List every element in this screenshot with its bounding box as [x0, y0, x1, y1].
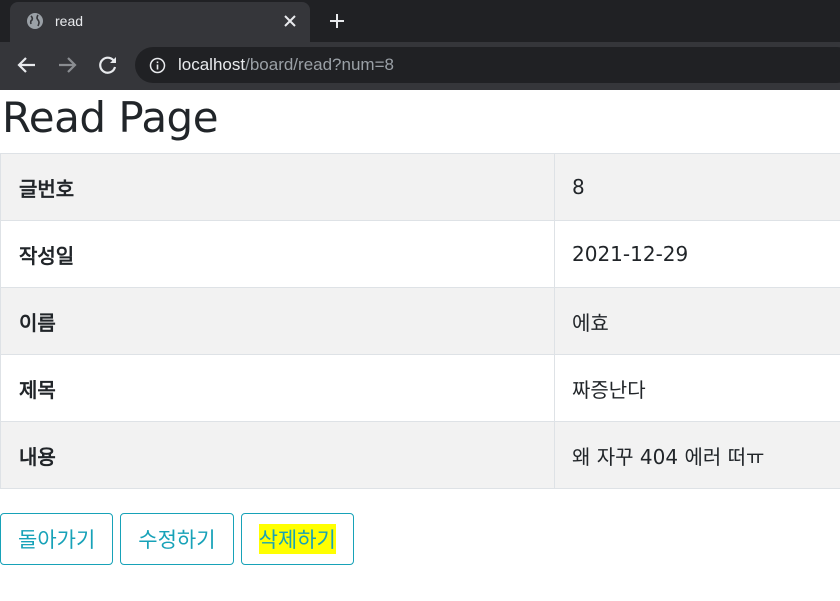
tab-title: read: [55, 13, 84, 29]
table-row: 작성일 2021-12-29: [0, 220, 840, 288]
back-button[interactable]: 돌아가기: [0, 513, 114, 565]
address-bar[interactable]: localhost/board/read?num=8: [135, 47, 840, 83]
action-buttons: 돌아가기 수정하기 삭제하기: [0, 513, 354, 565]
row-label-content: 내용: [0, 421, 555, 489]
browser-toolbar: localhost/board/read?num=8: [0, 42, 840, 90]
plus-icon[interactable]: [328, 12, 346, 30]
arrow-left-icon[interactable]: [16, 54, 38, 76]
delete-button-label: 삭제하기: [258, 524, 336, 554]
read-table: 글번호 8 작성일 2021-12-29 이름 에효 제목 짜증난다 내용 왜 …: [0, 153, 840, 489]
info-icon[interactable]: [149, 57, 166, 74]
url-path: /board/read?num=8: [245, 55, 394, 74]
row-label-num: 글번호: [0, 153, 555, 221]
table-row: 제목 짜증난다: [0, 354, 840, 422]
row-value-name: 에효: [554, 287, 840, 355]
row-label-name: 이름: [0, 287, 555, 355]
row-label-title: 제목: [0, 354, 555, 422]
url-text[interactable]: localhost/board/read?num=8: [178, 55, 394, 75]
globe-icon: [27, 13, 43, 29]
table-row: 이름 에효: [0, 287, 840, 355]
page-content: Read Page 글번호 8 작성일 2021-12-29 이름 에효 제목 …: [0, 90, 840, 601]
edit-button[interactable]: 수정하기: [120, 513, 234, 565]
browser-tab[interactable]: read: [10, 2, 310, 42]
url-host: localhost: [178, 55, 246, 74]
delete-button[interactable]: 삭제하기: [240, 513, 354, 565]
table-row: 글번호 8: [0, 153, 840, 221]
row-value-content: 왜 자꾸 404 에러 떠ㅠ: [554, 421, 840, 489]
browser-tabstrip: read: [0, 0, 840, 42]
row-label-date: 작성일: [0, 220, 555, 288]
row-value-date: 2021-12-29: [554, 220, 840, 288]
row-value-title: 짜증난다: [554, 354, 840, 422]
reload-icon[interactable]: [97, 54, 119, 76]
page-title: Read Page: [2, 93, 219, 142]
row-value-num: 8: [554, 153, 840, 221]
table-row: 내용 왜 자꾸 404 에러 떠ㅠ: [0, 421, 840, 489]
arrow-right-icon[interactable]: [56, 54, 78, 76]
close-icon[interactable]: [282, 13, 298, 29]
